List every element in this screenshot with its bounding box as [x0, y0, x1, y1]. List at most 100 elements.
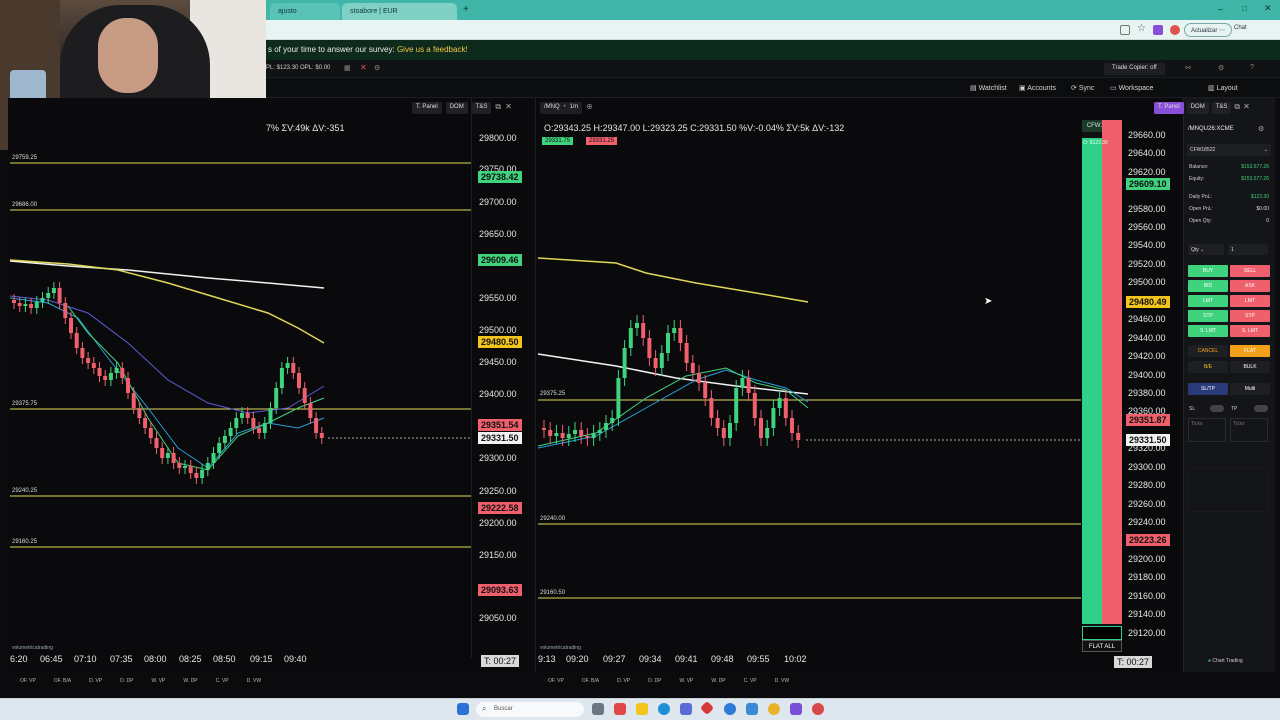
bulk-button[interactable]: BULK — [1230, 361, 1270, 373]
reader-icon[interactable] — [1120, 25, 1130, 35]
cancel-button[interactable]: CANCEL — [1188, 345, 1228, 357]
update-button[interactable]: Actualizar ⋯ — [1184, 23, 1233, 37]
browser-tab[interactable]: ajusto — [270, 3, 340, 20]
ts-button[interactable]: T&S — [1211, 102, 1232, 114]
indicator-toggle[interactable]: D. VP — [617, 678, 630, 688]
indicator-toggle[interactable]: OF. VP — [20, 678, 36, 688]
maximize-icon[interactable]: □ — [1242, 4, 1247, 13]
indicator-toggle[interactable]: D. DP — [648, 678, 661, 688]
gear-icon[interactable]: ⚙ — [374, 64, 380, 72]
sl-toggle[interactable] — [1210, 405, 1224, 412]
close-icon[interactable]: ✕ — [1264, 3, 1272, 14]
tp-toggle[interactable] — [1254, 405, 1268, 412]
close-icon[interactable]: ✕ — [1243, 102, 1250, 114]
edge-icon[interactable] — [658, 703, 670, 715]
dom-button[interactable]: DOM — [445, 102, 468, 114]
sync-button[interactable]: ⟳ Sync — [1071, 84, 1094, 92]
minimize-icon[interactable]: – — [1218, 4, 1223, 14]
indicator-toggle[interactable]: W. VP — [151, 678, 165, 688]
task-view-icon[interactable] — [592, 703, 604, 715]
buy-bid-button[interactable]: BID — [1188, 280, 1228, 292]
left-chart-canvas[interactable] — [8, 118, 528, 678]
breakeven-button[interactable]: B/E — [1188, 361, 1228, 373]
candle — [314, 418, 319, 433]
buy-zone[interactable] — [1082, 138, 1102, 624]
settings-icon[interactable]: ⚙ — [1218, 64, 1224, 72]
indicator-toggle[interactable]: W. DP — [711, 678, 725, 688]
browser-tab-active[interactable]: stoabore | EUR — [342, 3, 457, 20]
indicator-toggle[interactable]: OF. B/A — [54, 678, 71, 688]
sltp-tab[interactable]: SL/TP — [1188, 383, 1228, 395]
link-icon[interactable]: ⚯ — [1185, 64, 1191, 72]
avatar[interactable] — [1170, 25, 1180, 35]
discord-icon[interactable] — [790, 703, 802, 715]
windows-start-icon[interactable] — [457, 703, 469, 715]
chat-button[interactable]: Chat — [1234, 25, 1247, 31]
stat-value: 0 — [1266, 218, 1269, 224]
accounts-button[interactable]: ▣ Accounts — [1019, 84, 1056, 92]
star-icon[interactable]: ☆ — [1137, 23, 1146, 34]
buy-market-button[interactable]: BUY — [1188, 265, 1228, 277]
survey-link[interactable]: Give us a feedback! — [397, 45, 468, 54]
indicator-toggle[interactable]: D. VW — [775, 678, 789, 688]
sell-limit-button[interactable]: LMT — [1230, 295, 1270, 307]
sell-zone[interactable] — [1102, 120, 1122, 624]
indicator-toggle[interactable]: D. VP — [89, 678, 102, 688]
close-icon[interactable]: ✕ — [360, 63, 367, 72]
indicator-toggle[interactable]: D. VW — [247, 678, 261, 688]
app-icon[interactable] — [812, 703, 824, 715]
app-icon[interactable] — [746, 703, 758, 715]
add-icon[interactable]: ⊕ — [586, 102, 593, 111]
help-icon[interactable] — [724, 703, 736, 715]
right-chart-panel[interactable]: /MNQ • 1m ⊕ O:29343.25 H:29347.00 L:2932… — [535, 98, 1180, 672]
buy-limit-button[interactable]: LMT — [1188, 295, 1228, 307]
right-chart-canvas[interactable] — [536, 118, 1081, 658]
workspace-button[interactable]: ▭ Workspace — [1110, 84, 1153, 92]
buy-stop-button[interactable]: STP — [1188, 310, 1228, 322]
sell-stop-limit-button[interactable]: S. LMT — [1230, 325, 1270, 337]
app-icon[interactable] — [699, 700, 715, 716]
new-tab-icon[interactable]: + — [463, 4, 469, 15]
symbol-selector[interactable]: /MNQ • 1m — [540, 102, 583, 114]
file-explorer-icon[interactable] — [636, 703, 648, 715]
chrome-icon[interactable] — [768, 703, 780, 715]
indicator-toggle[interactable]: W. VP — [679, 678, 693, 688]
indicator-toggle[interactable]: D. DP — [120, 678, 133, 688]
grid-icon[interactable]: ▦ — [344, 64, 351, 72]
indicator-toggle[interactable]: W. DP — [183, 678, 197, 688]
sell-stop-button[interactable]: STP — [1230, 310, 1270, 322]
buy-stop-limit-button[interactable]: S. LMT — [1188, 325, 1228, 337]
left-chart-panel[interactable]: T. Panel DOM T&S ⧉ ✕ 7% ΣV:49k ΔV:-351 2… — [8, 98, 528, 672]
indicator-toggle[interactable]: OF. VP — [548, 678, 564, 688]
app-icon[interactable] — [614, 703, 626, 715]
multi-tab[interactable]: Multi — [1230, 383, 1270, 395]
tp-ticks-input[interactable]: Ticks — [1230, 418, 1268, 442]
help-icon[interactable]: ? — [1250, 64, 1254, 71]
indicator-toggle[interactable]: OF. B/A — [582, 678, 599, 688]
indicator-toggle[interactable]: C. VP — [216, 678, 229, 688]
tpanel-button[interactable]: T. Panel — [1154, 102, 1184, 114]
candle — [29, 304, 34, 308]
tpanel-button[interactable]: T. Panel — [412, 102, 442, 114]
layout-button[interactable]: ▥ Layout — [1208, 84, 1238, 92]
gear-icon[interactable]: ⚙ — [1258, 125, 1264, 133]
flat-button[interactable]: FLAT — [1230, 345, 1270, 357]
extension-icon[interactable] — [1153, 25, 1163, 35]
y-tick: 29440.00 — [1128, 333, 1166, 343]
watchlist-button[interactable]: ▤ Watchlist — [970, 84, 1007, 92]
chart-trading-footer[interactable]: ● Chart Trading — [1208, 658, 1243, 664]
trade-copier-status[interactable]: Trade Copier: off — [1104, 63, 1165, 75]
popout-icon[interactable]: ⧉ — [1234, 102, 1240, 114]
sell-ask-button[interactable]: ASK — [1230, 280, 1270, 292]
sl-ticks-input[interactable]: Ticks — [1188, 418, 1226, 442]
qty-input[interactable]: 1 — [1228, 244, 1268, 255]
qty-select[interactable]: Qty ⌄ — [1188, 244, 1224, 255]
account-select[interactable]: CFW18522 ⌄ — [1187, 144, 1271, 156]
indicator-toggle[interactable]: C. VP — [744, 678, 757, 688]
sell-market-button[interactable]: SELL — [1230, 265, 1270, 277]
workspace-label: Workspace — [1118, 85, 1154, 92]
dom-button[interactable]: DOM — [1186, 102, 1209, 114]
flat-all-button[interactable]: FLAT ALL — [1082, 640, 1122, 652]
store-icon[interactable] — [680, 703, 692, 715]
taskbar-search[interactable]: ⌕ Buscar — [476, 702, 584, 717]
